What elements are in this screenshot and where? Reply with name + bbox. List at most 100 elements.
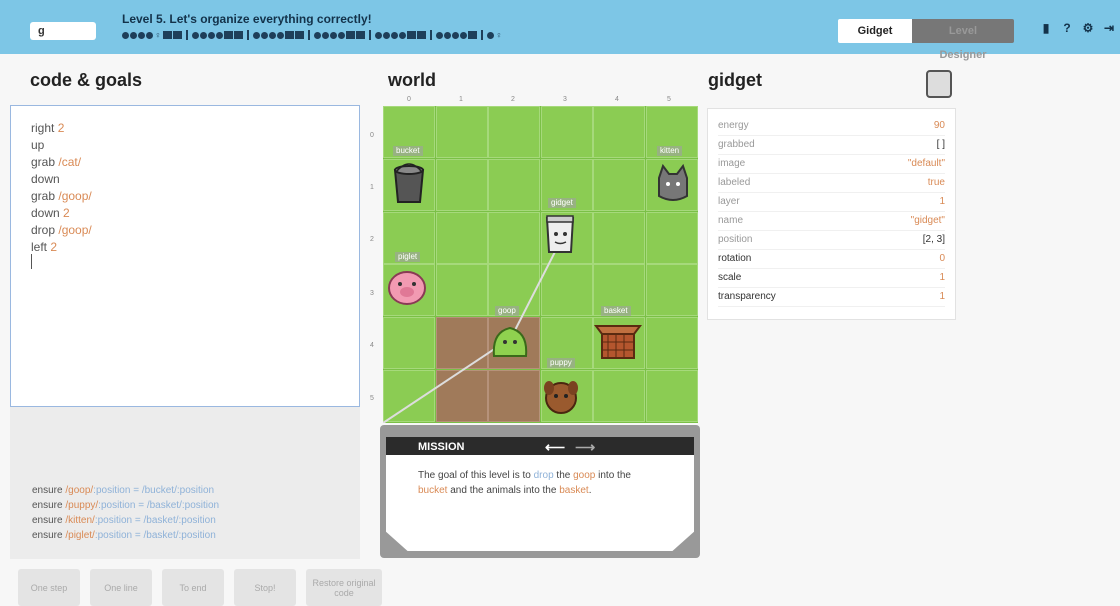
restore-code-button[interactable]: Restore original code <box>306 569 382 606</box>
level-dot <box>192 31 199 39</box>
gidget-sprite[interactable] <box>543 214 577 263</box>
code-line: up <box>31 138 45 152</box>
stop-button[interactable]: Stop! <box>234 569 296 606</box>
execution-buttons: One step One line To end Stop! Restore o… <box>18 569 382 606</box>
piglet-sprite[interactable] <box>386 266 428 313</box>
one-line-button[interactable]: One line <box>90 569 152 606</box>
mission-text: The goal of this level is to drop the go… <box>418 470 631 496</box>
gidget-title: gidget <box>708 70 762 90</box>
current-level-marker: ♀ <box>495 30 503 40</box>
goal-line: ensure /goop/:position = /bucket/:positi… <box>32 485 215 496</box>
puppy-label: puppy <box>547 358 575 368</box>
tab-gidget[interactable]: Gidget <box>838 19 912 43</box>
level-separator <box>186 30 188 40</box>
column-numbers: 0 1 2 3 4 5 <box>383 96 698 104</box>
level-separator <box>247 30 249 40</box>
logout-icon[interactable]: ⇥ <box>1103 22 1115 34</box>
level-dot <box>391 31 398 39</box>
basket-label: basket <box>601 306 631 316</box>
level-square <box>356 31 365 39</box>
level-dot <box>261 31 268 39</box>
property-row: rotation 0 <box>718 250 945 269</box>
col-number: 5 <box>667 96 671 103</box>
level-dot <box>452 31 459 39</box>
path-line <box>383 245 559 423</box>
level-square <box>295 31 304 39</box>
property-row: grabbed[ ] <box>718 136 945 155</box>
code-editor[interactable]: right 2 up grab /cat/ down grab /goop/ d… <box>10 105 360 407</box>
tab-level-designer[interactable]: Level Designer <box>912 19 1014 61</box>
arrow-left-icon[interactable]: ⟵ <box>545 439 565 455</box>
level-dot <box>146 31 153 39</box>
mission-nav: ⟵ ⟶ <box>545 439 595 456</box>
one-step-button[interactable]: One step <box>18 569 80 606</box>
col-number: 0 <box>407 96 411 103</box>
kitten-sprite[interactable] <box>655 163 691 209</box>
level-dot <box>200 31 207 39</box>
col-number: 2 <box>511 96 515 103</box>
arrow-right-icon[interactable]: ⟶ <box>575 439 595 455</box>
code-line: drop /goop/ <box>31 223 92 237</box>
goal-line: ensure /piglet/:position = /basket/:posi… <box>32 530 216 541</box>
code-line: grab /goop/ <box>31 189 92 203</box>
level-progress: ♀ ♀ <box>122 30 503 40</box>
kitten-label: kitten <box>657 146 683 156</box>
level-dot <box>436 31 443 39</box>
book-icon[interactable]: ▮ <box>1040 22 1052 34</box>
level-square <box>407 31 416 39</box>
basket-sprite[interactable] <box>594 318 642 367</box>
to-end-button[interactable]: To end <box>162 569 224 606</box>
top-icons: ▮ ? ⚙ ⇥ <box>1040 22 1115 34</box>
level-square <box>468 31 477 39</box>
property-row: labeled true <box>718 174 945 193</box>
settings-icon[interactable]: ⚙ <box>1082 22 1094 34</box>
level-square <box>285 31 294 39</box>
level-dot <box>375 31 382 39</box>
level-separator <box>308 30 310 40</box>
level-dot <box>383 31 390 39</box>
code-line: down 2 <box>31 206 70 220</box>
col-number: 4 <box>615 96 619 103</box>
puppy-sprite[interactable] <box>543 376 579 421</box>
gidget-properties: energy 90 grabbed[ ] image "default" label… <box>707 108 956 320</box>
property-row: name "gidget" <box>718 212 945 231</box>
code-goals-title: code & goals <box>30 70 143 90</box>
level-square <box>224 31 233 39</box>
level-dot <box>444 31 451 39</box>
row-number: 2 <box>370 236 374 243</box>
property-row: scale 1 <box>718 269 945 288</box>
code-line: down <box>31 172 60 186</box>
level-dot <box>269 31 276 39</box>
top-bar: g Level 5. Let's organize everything cor… <box>0 0 1120 61</box>
code-line: grab /cat/ <box>31 155 82 169</box>
bucket-sprite[interactable] <box>392 162 426 209</box>
level-separator <box>481 30 483 40</box>
level-dot <box>330 31 337 39</box>
col-number: 3 <box>563 96 567 103</box>
mission-title: MISSION <box>418 441 465 453</box>
level-separator <box>430 30 432 40</box>
goop-label: goop <box>495 306 519 316</box>
level-dot <box>208 31 215 39</box>
piglet-label: piglet <box>395 252 421 262</box>
property-row: position [2, 3] <box>718 231 945 250</box>
level-input[interactable]: g <box>30 22 96 40</box>
level-dot <box>338 31 345 39</box>
gidget-avatar-icon <box>926 70 952 98</box>
bucket-label: bucket <box>393 146 423 156</box>
code-line: left 2 <box>31 240 58 254</box>
row-number: 3 <box>370 290 374 297</box>
row-number: 1 <box>370 184 374 191</box>
row-number: 0 <box>370 132 374 139</box>
level-dot <box>399 31 406 39</box>
level-square <box>173 31 182 39</box>
row-number: 4 <box>370 342 374 349</box>
goal-line: ensure /puppy/:position = /basket/:posit… <box>32 500 220 511</box>
help-icon[interactable]: ? <box>1061 22 1073 34</box>
level-dot <box>138 31 145 39</box>
current-level-marker: ♀ <box>154 30 162 40</box>
level-dot <box>253 31 260 39</box>
level-dot <box>277 31 284 39</box>
goop-sprite[interactable] <box>490 322 530 365</box>
level-square <box>234 31 243 39</box>
